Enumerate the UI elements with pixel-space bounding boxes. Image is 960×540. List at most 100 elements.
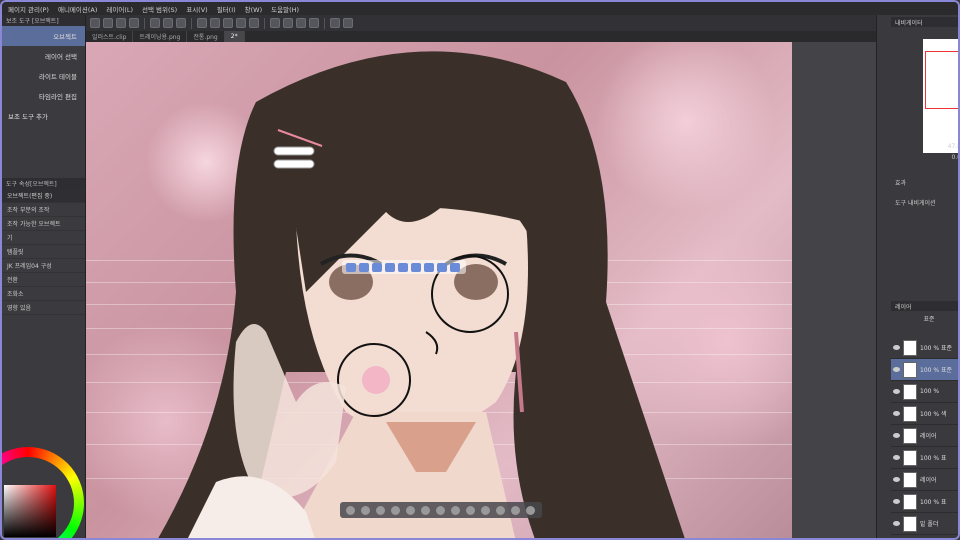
deselect-icon[interactable] <box>236 18 246 28</box>
zoom-in-icon[interactable] <box>406 505 415 515</box>
grid-icon[interactable] <box>496 505 505 515</box>
eye-icon[interactable] <box>893 433 900 438</box>
blend-mode-select[interactable]: 표준 <box>891 313 958 323</box>
layer-thumbnail <box>903 405 917 422</box>
property-row[interactable]: 기 <box>2 231 85 245</box>
menu-animation[interactable]: 애니메이션(A) <box>58 4 97 14</box>
snap-icon[interactable] <box>309 18 319 28</box>
eye-icon[interactable] <box>893 345 900 350</box>
property-row[interactable]: JK 프레임04 구성 <box>2 259 85 273</box>
mini-tool-button[interactable] <box>398 262 408 272</box>
eye-icon[interactable] <box>893 521 900 526</box>
menu-view[interactable]: 표시(V) <box>186 4 207 14</box>
fill-icon[interactable] <box>210 18 220 28</box>
layer-row[interactable]: 100 % 표 <box>891 491 958 513</box>
layer-row[interactable]: 밑 폴더 <box>891 513 958 535</box>
layer-row[interactable]: 100 % 색 <box>891 403 958 425</box>
panel-spacer <box>2 126 85 178</box>
eye-icon[interactable] <box>893 499 900 504</box>
layer-thumbnail <box>903 515 917 532</box>
effect-section: 효과 <box>895 179 907 187</box>
pen-icon[interactable] <box>270 18 280 28</box>
toolbar-divider <box>144 17 145 29</box>
menu-page[interactable]: 페이지 관리(P) <box>8 4 49 14</box>
mini-tool-button[interactable] <box>450 262 460 272</box>
zoom-value[interactable]: 47.8 <box>891 141 958 151</box>
save-icon[interactable] <box>116 18 126 28</box>
eye-icon[interactable] <box>893 455 900 460</box>
sub-tool-timeline[interactable]: 타임라인 편집 <box>2 86 85 106</box>
color-saturation-square[interactable] <box>4 485 56 537</box>
tab-traditional[interactable]: 전통.png <box>187 31 225 42</box>
property-row[interactable]: 영향 있음 <box>2 301 85 315</box>
sub-tool-object[interactable]: 오브젝트 <box>2 26 85 46</box>
help-icon[interactable] <box>343 18 353 28</box>
redo-icon[interactable] <box>163 18 173 28</box>
mini-tool-button[interactable] <box>424 262 434 272</box>
layer-row-selected[interactable]: 100 % 표준 <box>891 359 958 381</box>
tab-training[interactable]: 트레이닝용.png <box>133 31 188 42</box>
transform-icon[interactable] <box>223 18 233 28</box>
left-panel: 보조 도구 [오브젝트] 오브젝트 레이어 선택 라이트 테이블 타임라인 편집… <box>2 15 86 538</box>
menu-help[interactable]: 도움말(H) <box>271 4 299 14</box>
reset-icon[interactable] <box>466 505 475 515</box>
mini-tool-button[interactable] <box>385 262 395 272</box>
property-row[interactable]: 조작 부분의 조작 <box>2 203 85 217</box>
mini-tool-button[interactable] <box>359 262 369 272</box>
folder-icon[interactable] <box>129 18 139 28</box>
hand-tool-icon[interactable] <box>511 505 520 515</box>
tab-illustration[interactable]: 일러스트.clip <box>86 31 134 42</box>
layer-row[interactable]: 레이어 <box>891 425 958 447</box>
menu-selection[interactable]: 선택 범위(S) <box>142 4 177 14</box>
clear-icon[interactable] <box>197 18 207 28</box>
open-file-icon[interactable] <box>103 18 113 28</box>
sub-tool-layer-select[interactable]: 레이어 선택 <box>2 46 85 66</box>
layer-row[interactable]: 100 % 표 <box>891 447 958 469</box>
lock-icon[interactable] <box>481 505 490 515</box>
zoom-out-icon[interactable] <box>376 505 385 515</box>
layer-row[interactable]: 100 % 표준 <box>891 337 958 359</box>
layer-thumbnail <box>903 493 917 510</box>
eye-icon[interactable] <box>893 389 900 394</box>
sub-tool-light-table[interactable]: 라이트 테이블 <box>2 66 85 86</box>
menu-layer[interactable]: 레이어(L) <box>106 4 133 14</box>
mini-tool-button[interactable] <box>411 262 421 272</box>
menu-filter[interactable]: 필터(I) <box>217 4 236 14</box>
canvas[interactable] <box>86 42 792 538</box>
property-row[interactable]: 조작 가능한 오브젝트 <box>2 217 85 231</box>
mini-tool-button[interactable] <box>346 262 356 272</box>
ruler-icon[interactable] <box>296 18 306 28</box>
fit-icon[interactable] <box>391 505 400 515</box>
eye-icon[interactable] <box>893 367 900 372</box>
invert-selection-icon[interactable] <box>249 18 259 28</box>
hand-icon[interactable] <box>451 505 460 515</box>
sub-tool-header: 보조 도구 [오브젝트] <box>2 15 85 26</box>
mini-tool-button[interactable] <box>437 262 447 272</box>
menu-window[interactable]: 창(W) <box>245 4 262 14</box>
prev-icon[interactable] <box>346 505 355 515</box>
layer-name: 밑 폴더 <box>920 521 939 528</box>
property-row[interactable]: 조화소 <box>2 287 85 301</box>
layer-row[interactable]: 100 % <box>891 381 958 403</box>
add-sub-tool-button[interactable]: 보조 도구 추가 <box>2 106 85 126</box>
eye-icon[interactable] <box>893 411 900 416</box>
layer-name: 100 % 표 <box>920 499 947 506</box>
device-icon[interactable] <box>330 18 340 28</box>
flip-icon[interactable] <box>436 505 445 515</box>
eye-icon[interactable] <box>893 477 900 482</box>
property-row[interactable]: 전환 <box>2 273 85 287</box>
property-row[interactable]: 템플릿 <box>2 245 85 259</box>
mini-tool-button[interactable] <box>372 262 382 272</box>
navigator-view-rect[interactable] <box>925 51 958 109</box>
rotation-value[interactable]: 0.0 <box>891 152 958 162</box>
new-file-icon[interactable] <box>90 18 100 28</box>
loading-icon[interactable] <box>176 18 186 28</box>
pen-pressure-icon[interactable] <box>283 18 293 28</box>
tab-current[interactable]: 2* <box>224 31 245 42</box>
layer-row[interactable]: 레이어 <box>891 469 958 491</box>
undo-icon[interactable] <box>150 18 160 28</box>
rotate-icon[interactable] <box>421 505 430 515</box>
layer-name: 100 % 표준 <box>920 345 953 352</box>
view-icon[interactable] <box>526 505 535 515</box>
next-icon[interactable] <box>361 505 370 515</box>
